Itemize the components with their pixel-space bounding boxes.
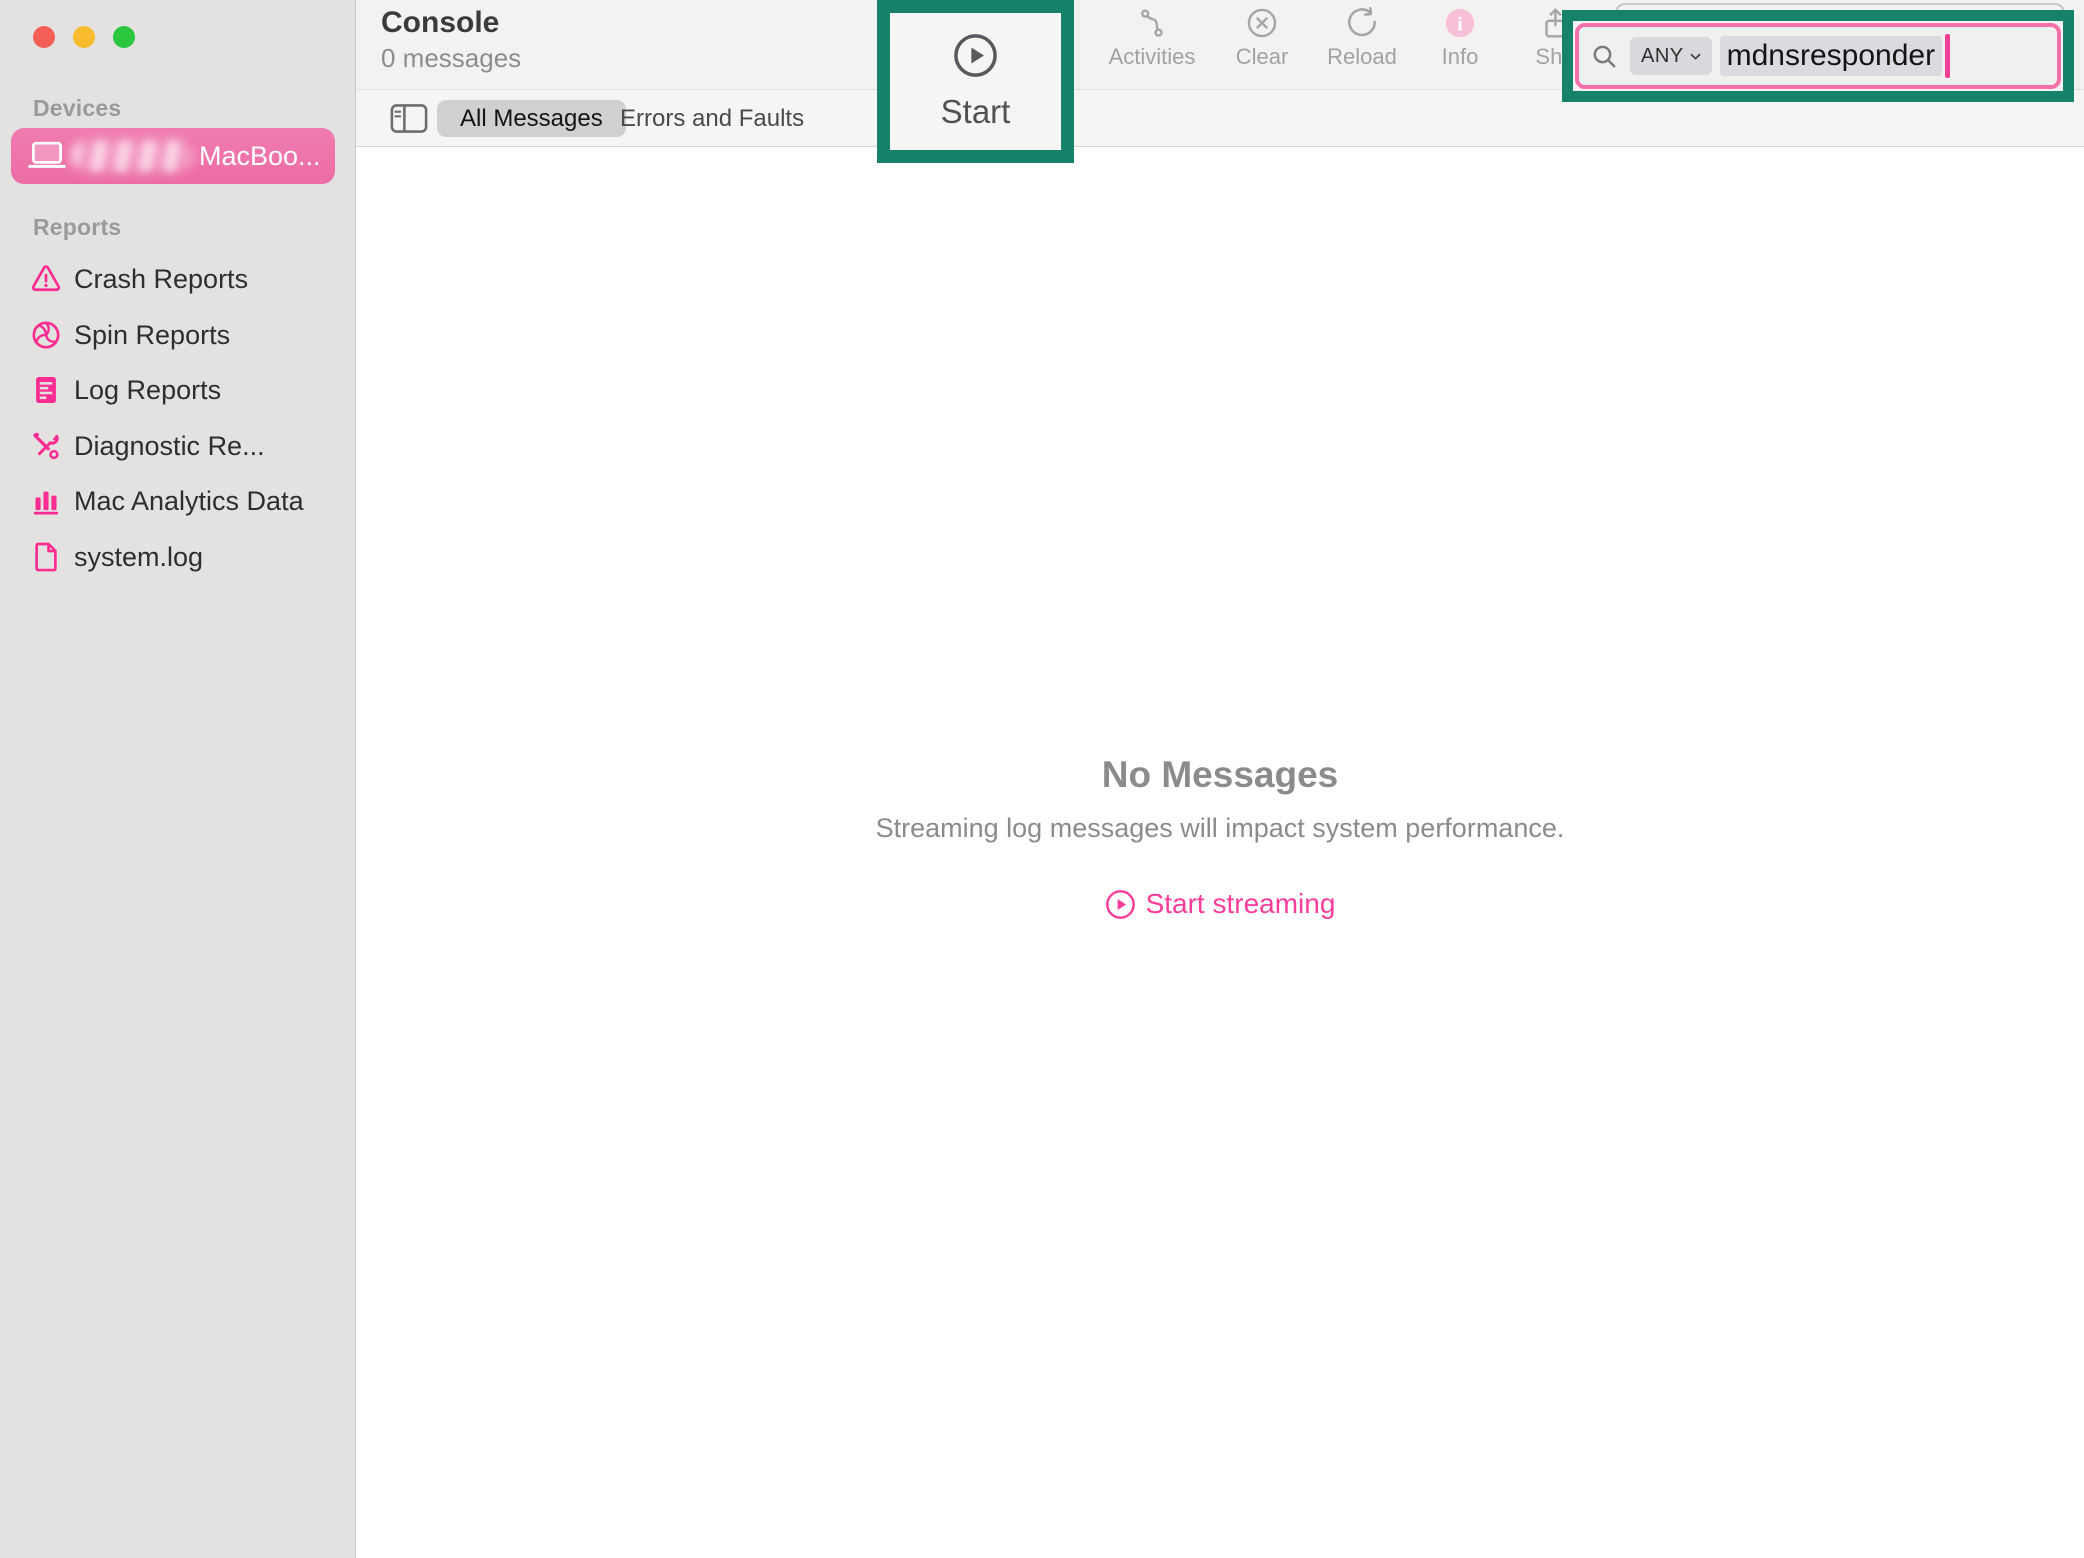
sidebar-item-label: Diagnostic Re... [74, 431, 265, 462]
warning-triangle-icon [29, 262, 63, 296]
sidebar-toggle-icon[interactable] [390, 103, 428, 134]
devices-section-header: Devices [33, 95, 121, 122]
empty-state-subtitle: Streaming log messages will impact syste… [356, 813, 2084, 844]
search-input[interactable]: ANY mdnsresponder [1575, 23, 2061, 89]
message-count: 0 messages [381, 43, 521, 74]
bar-chart-icon [29, 484, 63, 518]
tab-errors-and-faults[interactable]: Errors and Faults [620, 100, 804, 137]
sidebar-item-label: Log Reports [74, 375, 221, 406]
sidebar-item-label: Spin Reports [74, 320, 230, 351]
activities-label: Activities [1109, 44, 1196, 70]
title-block: Console 0 messages [381, 6, 521, 74]
redacted-device-name [71, 140, 193, 172]
sidebar-item-device-macbook[interactable]: MacBoo... [11, 128, 335, 184]
sidebar-item-log-reports[interactable]: Log Reports [0, 365, 356, 415]
window-controls [33, 26, 135, 48]
sidebar-item-label: Crash Reports [74, 264, 248, 295]
search-annotation: ANY mdnsresponder [1562, 10, 2074, 102]
empty-state-title: No Messages [356, 754, 2084, 796]
close-window-button[interactable] [33, 26, 55, 48]
activities-icon [1135, 6, 1169, 40]
info-label: Info [1442, 44, 1479, 70]
file-icon [29, 540, 63, 574]
sidebar: Devices MacBoo... Reports Crash Reports [0, 0, 356, 1558]
laptop-icon [27, 140, 67, 172]
window-title: Console [381, 6, 521, 40]
pinwheel-icon [29, 318, 63, 352]
search-scope-label: ANY [1641, 45, 1684, 68]
start-streaming-label: Start streaming [1146, 888, 1336, 920]
svg-text:i: i [1457, 13, 1463, 35]
search-icon [1591, 43, 1618, 70]
empty-state: No Messages Streaming log messages will … [356, 754, 2084, 925]
device-label: MacBoo... [199, 141, 321, 172]
info-icon: i [1443, 6, 1477, 40]
tab-all-messages[interactable]: All Messages [437, 100, 626, 137]
sidebar-item-label: system.log [74, 542, 203, 573]
play-circle-icon [952, 32, 999, 79]
sidebar-item-system-log[interactable]: system.log [0, 532, 356, 582]
reload-icon [1345, 6, 1379, 40]
start-button[interactable]: Start [941, 32, 1011, 131]
log-document-icon [29, 373, 63, 407]
chevron-down-icon [1688, 49, 1703, 64]
text-cursor [1945, 34, 1950, 78]
search-query-text: mdnsresponder [1720, 36, 1942, 76]
sidebar-item-spin-reports[interactable]: Spin Reports [0, 310, 356, 360]
minimize-window-button[interactable] [73, 26, 95, 48]
reload-label: Reload [1327, 44, 1397, 70]
search-scope-dropdown[interactable]: ANY [1630, 37, 1712, 75]
sidebar-item-crash-reports[interactable]: Crash Reports [0, 254, 356, 304]
play-circle-icon [1105, 889, 1136, 920]
sidebar-item-mac-analytics-data[interactable]: Mac Analytics Data [0, 476, 356, 526]
messages-area: No Messages Streaming log messages will … [356, 148, 2084, 1558]
start-button-annotation: Start [877, 0, 1074, 163]
zoom-window-button[interactable] [113, 26, 135, 48]
sidebar-item-diagnostic-reports[interactable]: Diagnostic Re... [0, 421, 356, 471]
reports-section-header: Reports [33, 214, 121, 241]
clear-circle-icon [1245, 6, 1279, 40]
start-streaming-link[interactable]: Start streaming [1105, 888, 1336, 920]
tools-icon [29, 429, 63, 463]
clear-label: Clear [1236, 44, 1289, 70]
sidebar-item-label: Mac Analytics Data [74, 486, 304, 517]
start-button-label: Start [941, 93, 1011, 131]
